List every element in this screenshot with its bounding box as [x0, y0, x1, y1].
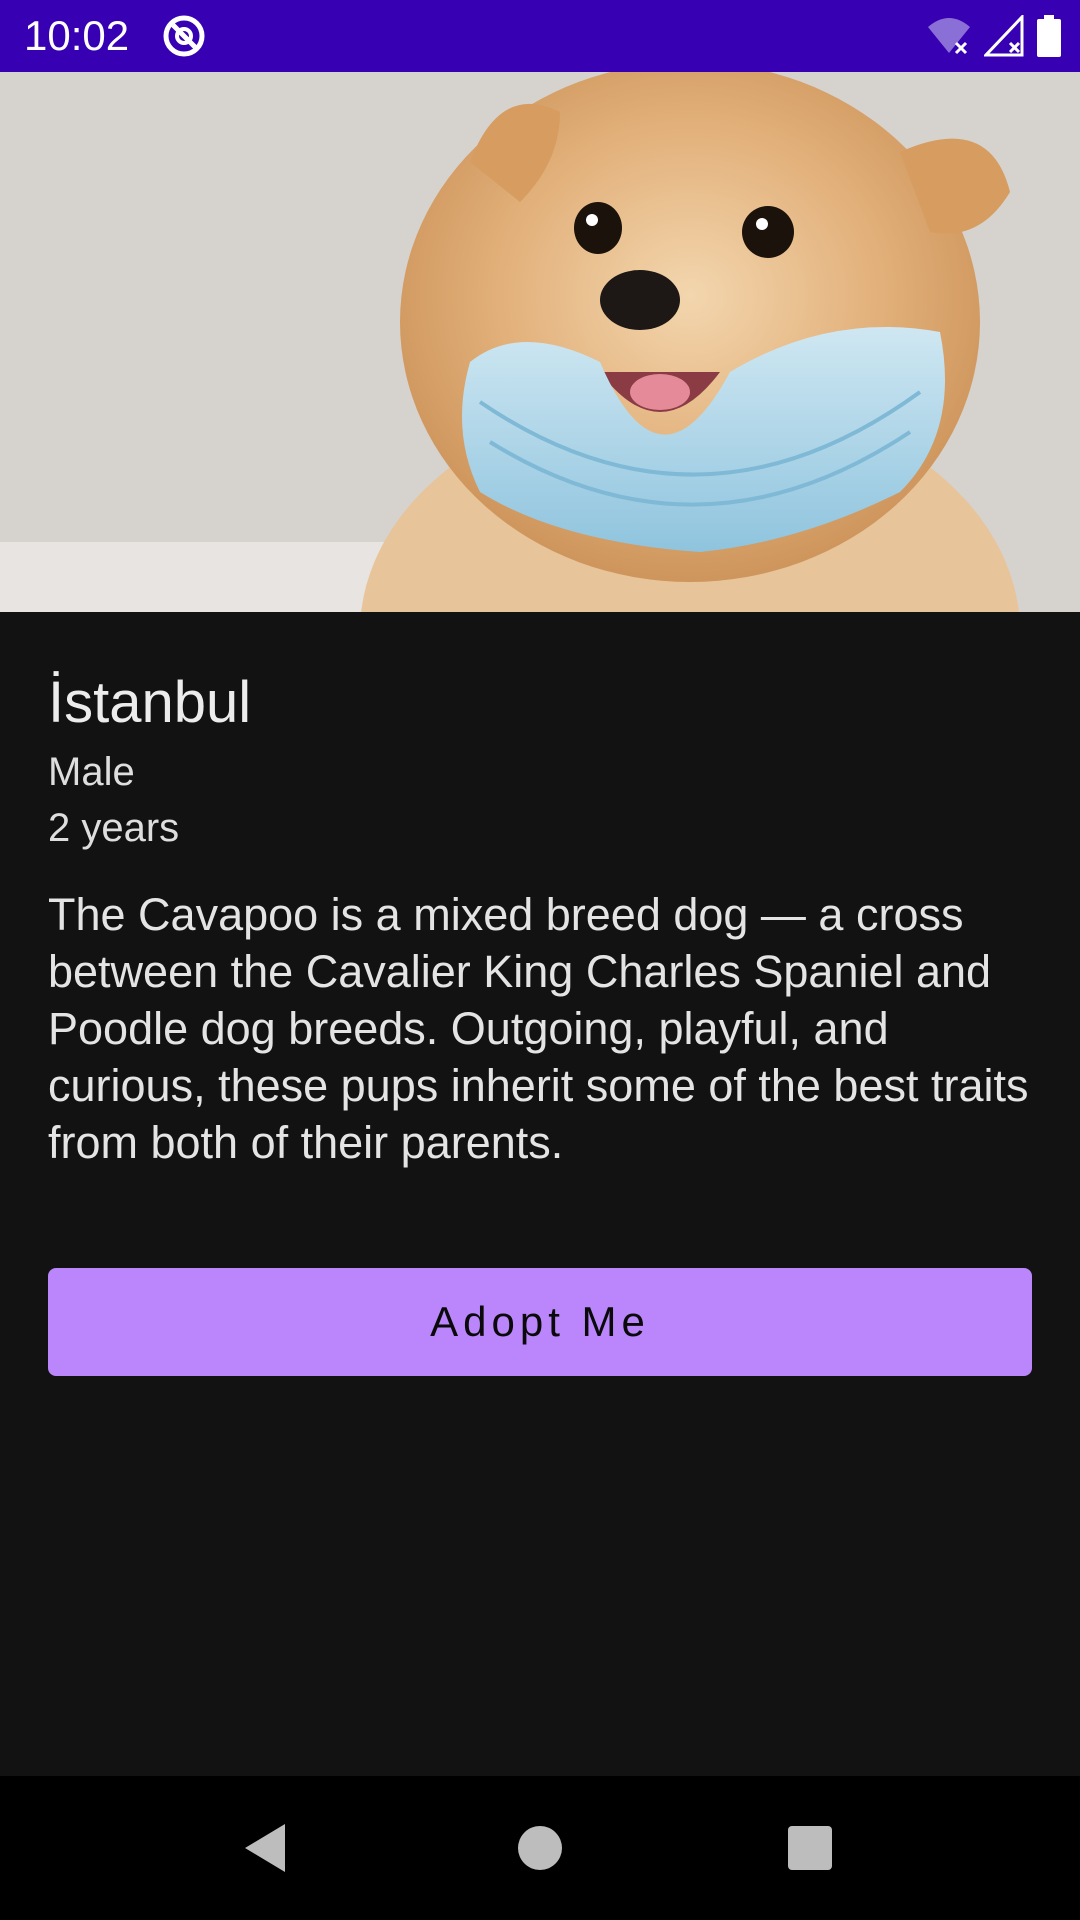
- status-time: 10:02: [24, 12, 130, 59]
- navigation-bar: [0, 1776, 1080, 1920]
- signal-off-icon: [984, 15, 1024, 57]
- status-bar: 10:02: [0, 0, 1080, 72]
- dog-photo-illustration: [0, 72, 1080, 612]
- pet-age: 2 years: [48, 805, 180, 850]
- app-notification-icon: [163, 15, 205, 57]
- wifi-off-icon: [928, 18, 970, 55]
- pet-gender: Male: [48, 749, 135, 794]
- pet-details: İstanbul Male 2 years The Cavapoo is a m…: [48, 612, 1032, 1171]
- pet-photo: [0, 72, 1080, 612]
- recents-icon[interactable]: [780, 1818, 840, 1878]
- home-icon[interactable]: [510, 1818, 570, 1878]
- pet-name: İstanbul: [48, 670, 252, 735]
- battery-icon: [1037, 15, 1061, 57]
- adopt-me-button[interactable]: Adopt Me: [48, 1268, 1032, 1376]
- back-icon[interactable]: [237, 1818, 297, 1878]
- pet-description: The Cavapoo is a mixed breed dog — a cro…: [48, 888, 1029, 1168]
